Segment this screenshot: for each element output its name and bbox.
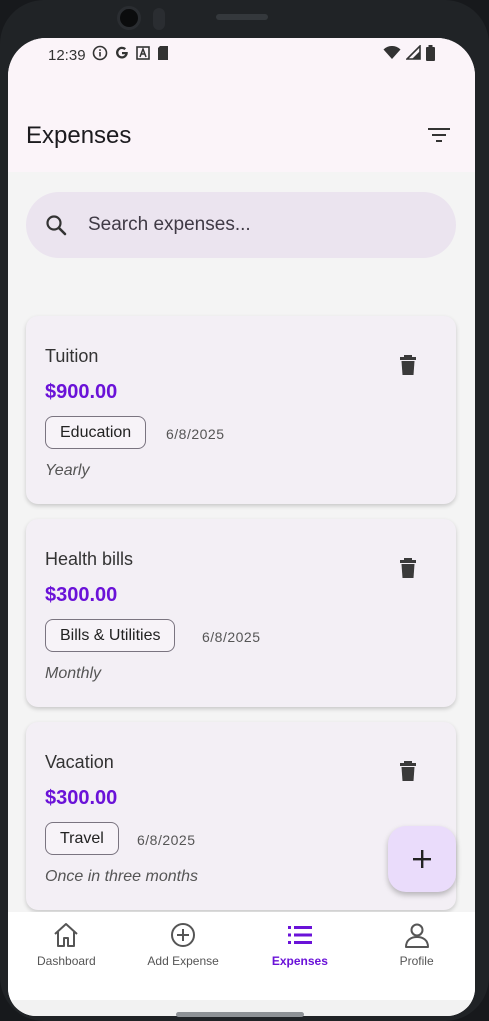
add-expense-fab[interactable] [388, 826, 456, 892]
nav-add-expense[interactable]: Add Expense [125, 912, 242, 1000]
expenses-content: Tuition $900.00 Education 6/8/2025 Yearl… [8, 172, 475, 962]
search-bar[interactable] [26, 192, 456, 258]
expense-title: Tuition [45, 346, 99, 366]
expense-frequency: Monthly [45, 665, 102, 682]
sdcard-icon [156, 45, 170, 66]
nav-dashboard[interactable]: Dashboard [8, 912, 125, 1000]
nav-label: Expenses [271, 954, 328, 968]
info-icon [92, 45, 108, 66]
expense-card[interactable]: Tuition $900.00 Education 6/8/2025 Yearl… [26, 316, 456, 504]
expense-amount: $900.00 [45, 381, 118, 403]
status-time: 12:39 [48, 46, 86, 64]
front-camera [117, 6, 141, 30]
filter-icon [428, 128, 450, 142]
nav-label: Profile [399, 954, 434, 968]
expense-amount: $300.00 [45, 787, 118, 809]
category-chip: Travel [45, 822, 119, 855]
earpiece-speaker [216, 14, 268, 20]
device-frame: 12:39 Expenses Search expenses... Tuitio… [0, 0, 489, 1021]
search-icon [46, 215, 67, 236]
delete-icon[interactable] [399, 557, 417, 579]
wifi-icon [383, 45, 401, 65]
status-right-icons [383, 44, 435, 66]
expense-title: Vacation [45, 752, 114, 772]
expense-date: 6/8/2025 [137, 832, 196, 848]
nav-expenses[interactable]: Expenses [242, 912, 359, 1000]
plus-icon [413, 850, 431, 868]
nav-label: Add Expense [147, 954, 219, 968]
delete-icon[interactable] [399, 760, 417, 782]
phone-screen: 12:39 Expenses Search expenses... Tuitio… [8, 38, 475, 1016]
camera-sensor [153, 8, 165, 30]
category-chip: Bills & Utilities [45, 619, 176, 652]
expense-amount: $300.00 [45, 584, 118, 606]
status-left-icons [92, 45, 170, 66]
delete-icon[interactable] [399, 354, 417, 376]
signal-icon [405, 44, 421, 65]
expense-frequency: Once in three months [45, 868, 198, 885]
search-input[interactable] [88, 214, 408, 236]
bottom-navigation: Dashboard Add Expense Expenses Profile [8, 912, 475, 1000]
add-circle-icon [171, 923, 196, 947]
battery-icon [426, 44, 435, 66]
expense-title: Health bills [45, 549, 134, 569]
font-icon [135, 45, 150, 65]
expense-frequency: Yearly [45, 462, 90, 479]
page-title: Expenses [26, 122, 132, 149]
top-app-bar: Expenses [8, 72, 475, 172]
expense-date: 6/8/2025 [166, 426, 225, 442]
home-icon [54, 923, 79, 947]
status-bar: 12:39 [8, 38, 475, 72]
category-chip: Education [45, 416, 147, 449]
person-icon [404, 923, 429, 948]
nav-label: Dashboard [37, 954, 96, 968]
filter-button[interactable] [424, 122, 454, 148]
expense-date: 6/8/2025 [202, 629, 261, 645]
home-indicator[interactable] [176, 1012, 304, 1017]
google-icon [114, 45, 130, 66]
nav-profile[interactable]: Profile [358, 912, 475, 1000]
list-icon [287, 926, 312, 944]
expense-card[interactable]: Health bills $300.00 Bills & Utilities 6… [26, 519, 456, 707]
